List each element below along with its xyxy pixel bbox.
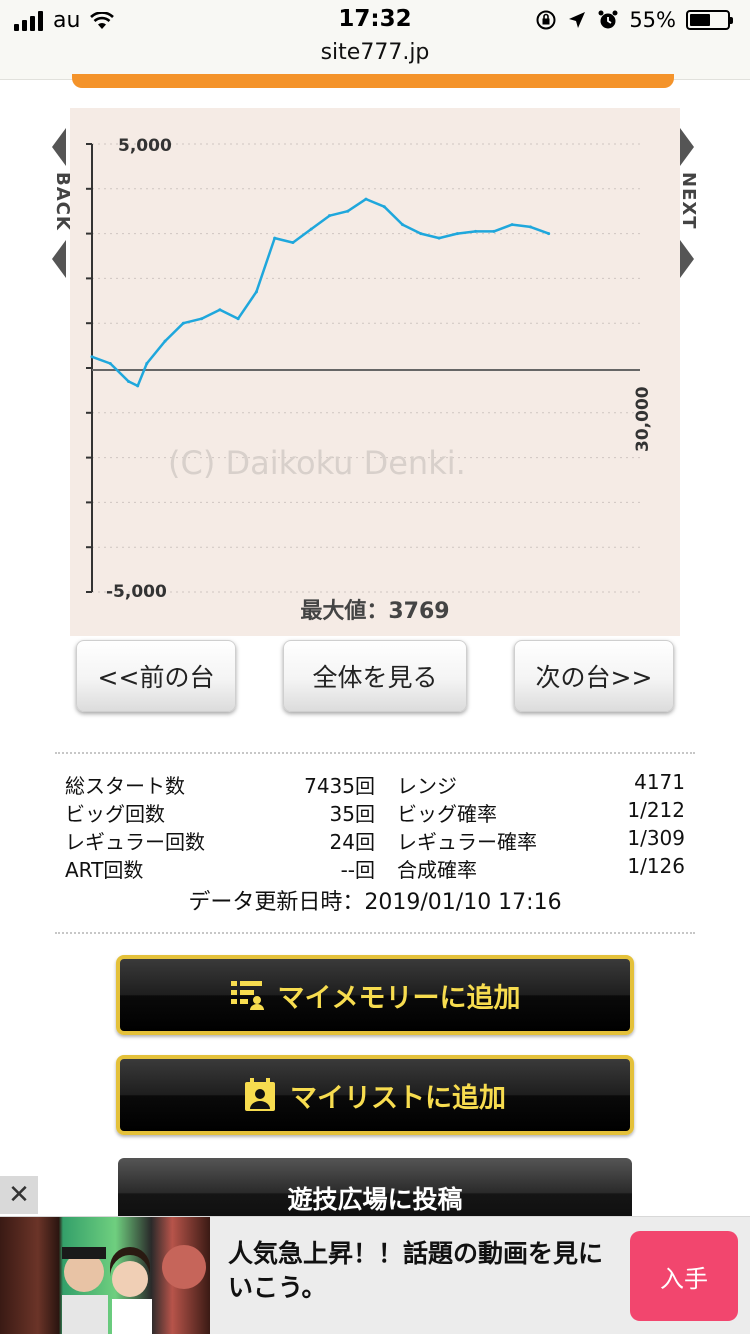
max-value-label: 最大値：3769 bbox=[300, 599, 449, 624]
ytick-top-label: 5,000 bbox=[118, 136, 172, 156]
add-my-memory-label: マイメモリーに追加 bbox=[277, 982, 521, 1014]
status-bar: au 17:32 site777.jp 55% bbox=[0, 0, 750, 80]
data-point bbox=[474, 229, 478, 233]
stat-value: 24回 bbox=[329, 830, 375, 854]
my-list-icon bbox=[245, 1078, 275, 1111]
battery-level bbox=[690, 14, 710, 26]
ad-text: 人気急上昇！！話題の動画を見にいこう。 bbox=[228, 1239, 604, 1302]
data-point bbox=[382, 205, 386, 209]
rotation-lock-icon bbox=[536, 10, 556, 30]
stat-value: 1/212 bbox=[627, 798, 685, 822]
data-point bbox=[236, 317, 240, 321]
series-line bbox=[91, 197, 550, 388]
ytick-bottom-label: -5,000 bbox=[106, 582, 167, 602]
data-point bbox=[510, 223, 514, 227]
data-point bbox=[401, 223, 405, 227]
stat-value: --回 bbox=[340, 858, 375, 882]
url-bar[interactable]: site777.jp bbox=[0, 40, 750, 65]
graph-grid bbox=[86, 143, 640, 593]
stat-value: 1/126 bbox=[627, 854, 685, 878]
orange-header-bar bbox=[72, 74, 674, 88]
data-point bbox=[145, 362, 149, 366]
divider bbox=[55, 932, 695, 934]
data-point bbox=[309, 227, 313, 231]
data-point bbox=[200, 317, 204, 321]
data-point bbox=[108, 362, 112, 366]
data-point bbox=[127, 379, 131, 383]
stat-value: 4171 bbox=[634, 770, 685, 794]
graph-chart: 5,000 -5,000 30,000 (C) Daikoku Denki. 最… bbox=[86, 136, 653, 624]
view-all-button[interactable]: 全体を見る bbox=[283, 640, 467, 712]
data-point bbox=[291, 241, 295, 245]
data-point bbox=[547, 232, 551, 236]
stat-label: 総スタート数 bbox=[65, 774, 185, 798]
location-icon bbox=[569, 12, 586, 28]
next-label: NEXT bbox=[678, 172, 699, 230]
next-machine-button[interactable]: 次の台>> bbox=[514, 640, 674, 712]
data-point bbox=[181, 321, 185, 325]
ad-banner[interactable]: 人気急上昇！！話題の動画を見にいこう。 入手 bbox=[0, 1216, 750, 1334]
data-point bbox=[455, 232, 459, 236]
stat-label: レンジ bbox=[397, 774, 457, 798]
memory-list-icon bbox=[230, 981, 264, 1010]
data-point bbox=[163, 339, 167, 343]
stat-value: 7435回 bbox=[304, 774, 375, 798]
watermark: (C) Daikoku Denki. bbox=[168, 444, 466, 482]
status-icons: 55% bbox=[535, 8, 733, 32]
stats-row: レギュラー回数 24回 レギュラー確率 1/309 bbox=[65, 826, 685, 854]
add-my-list-button[interactable]: マイリストに追加 bbox=[116, 1055, 634, 1135]
series-group bbox=[90, 197, 551, 388]
ad-get-button[interactable]: 入手 bbox=[630, 1231, 738, 1321]
stat-label: レギュラー確率 bbox=[397, 830, 537, 854]
stat-value: 35回 bbox=[329, 802, 375, 826]
battery-percent: 55% bbox=[629, 8, 676, 32]
data-point bbox=[254, 290, 258, 294]
data-point bbox=[492, 229, 496, 233]
stat-value: 1/309 bbox=[627, 826, 685, 850]
data-point bbox=[218, 308, 222, 312]
data-point bbox=[273, 236, 277, 240]
stat-label: レギュラー回数 bbox=[65, 830, 205, 854]
data-point bbox=[327, 214, 331, 218]
slot-graph: 5,000 -5,000 30,000 (C) Daikoku Denki. 最… bbox=[70, 108, 680, 636]
battery-icon bbox=[686, 10, 733, 30]
ad-close-button[interactable]: ✕ bbox=[0, 1176, 38, 1214]
xtick-end-label: 30,000 bbox=[633, 386, 653, 452]
data-updated-time: データ更新日時：2019/01/10 17:16 bbox=[188, 890, 562, 915]
data-point bbox=[419, 232, 423, 236]
stats-table: 総スタート数 7435回 レンジ 4171 ビッグ回数 35回 ビッグ確率 1/… bbox=[65, 770, 685, 882]
stats-row: ビッグ回数 35回 ビッグ確率 1/212 bbox=[65, 798, 685, 826]
data-point bbox=[528, 225, 532, 229]
ad-image bbox=[0, 1217, 210, 1334]
ad-people-image bbox=[62, 1245, 206, 1334]
prev-machine-button[interactable]: <<前の台 bbox=[76, 640, 236, 712]
divider bbox=[55, 752, 695, 754]
data-point bbox=[90, 355, 94, 359]
stat-label: 合成確率 bbox=[397, 858, 477, 882]
stat-label: ビッグ確率 bbox=[397, 802, 497, 826]
stats-row: ART回数 --回 合成確率 1/126 bbox=[65, 854, 685, 882]
alarm-icon bbox=[598, 10, 618, 29]
stats-row: 総スタート数 7435回 レンジ 4171 bbox=[65, 770, 685, 798]
data-point bbox=[437, 236, 441, 240]
data-point bbox=[136, 384, 140, 388]
add-my-memory-button[interactable]: マイメモリーに追加 bbox=[116, 955, 634, 1035]
data-point bbox=[364, 197, 368, 201]
data-point bbox=[346, 209, 350, 213]
stat-label: ART回数 bbox=[65, 858, 144, 882]
add-my-list-label: マイリストに追加 bbox=[290, 1082, 506, 1114]
stat-label: ビッグ回数 bbox=[65, 802, 165, 826]
